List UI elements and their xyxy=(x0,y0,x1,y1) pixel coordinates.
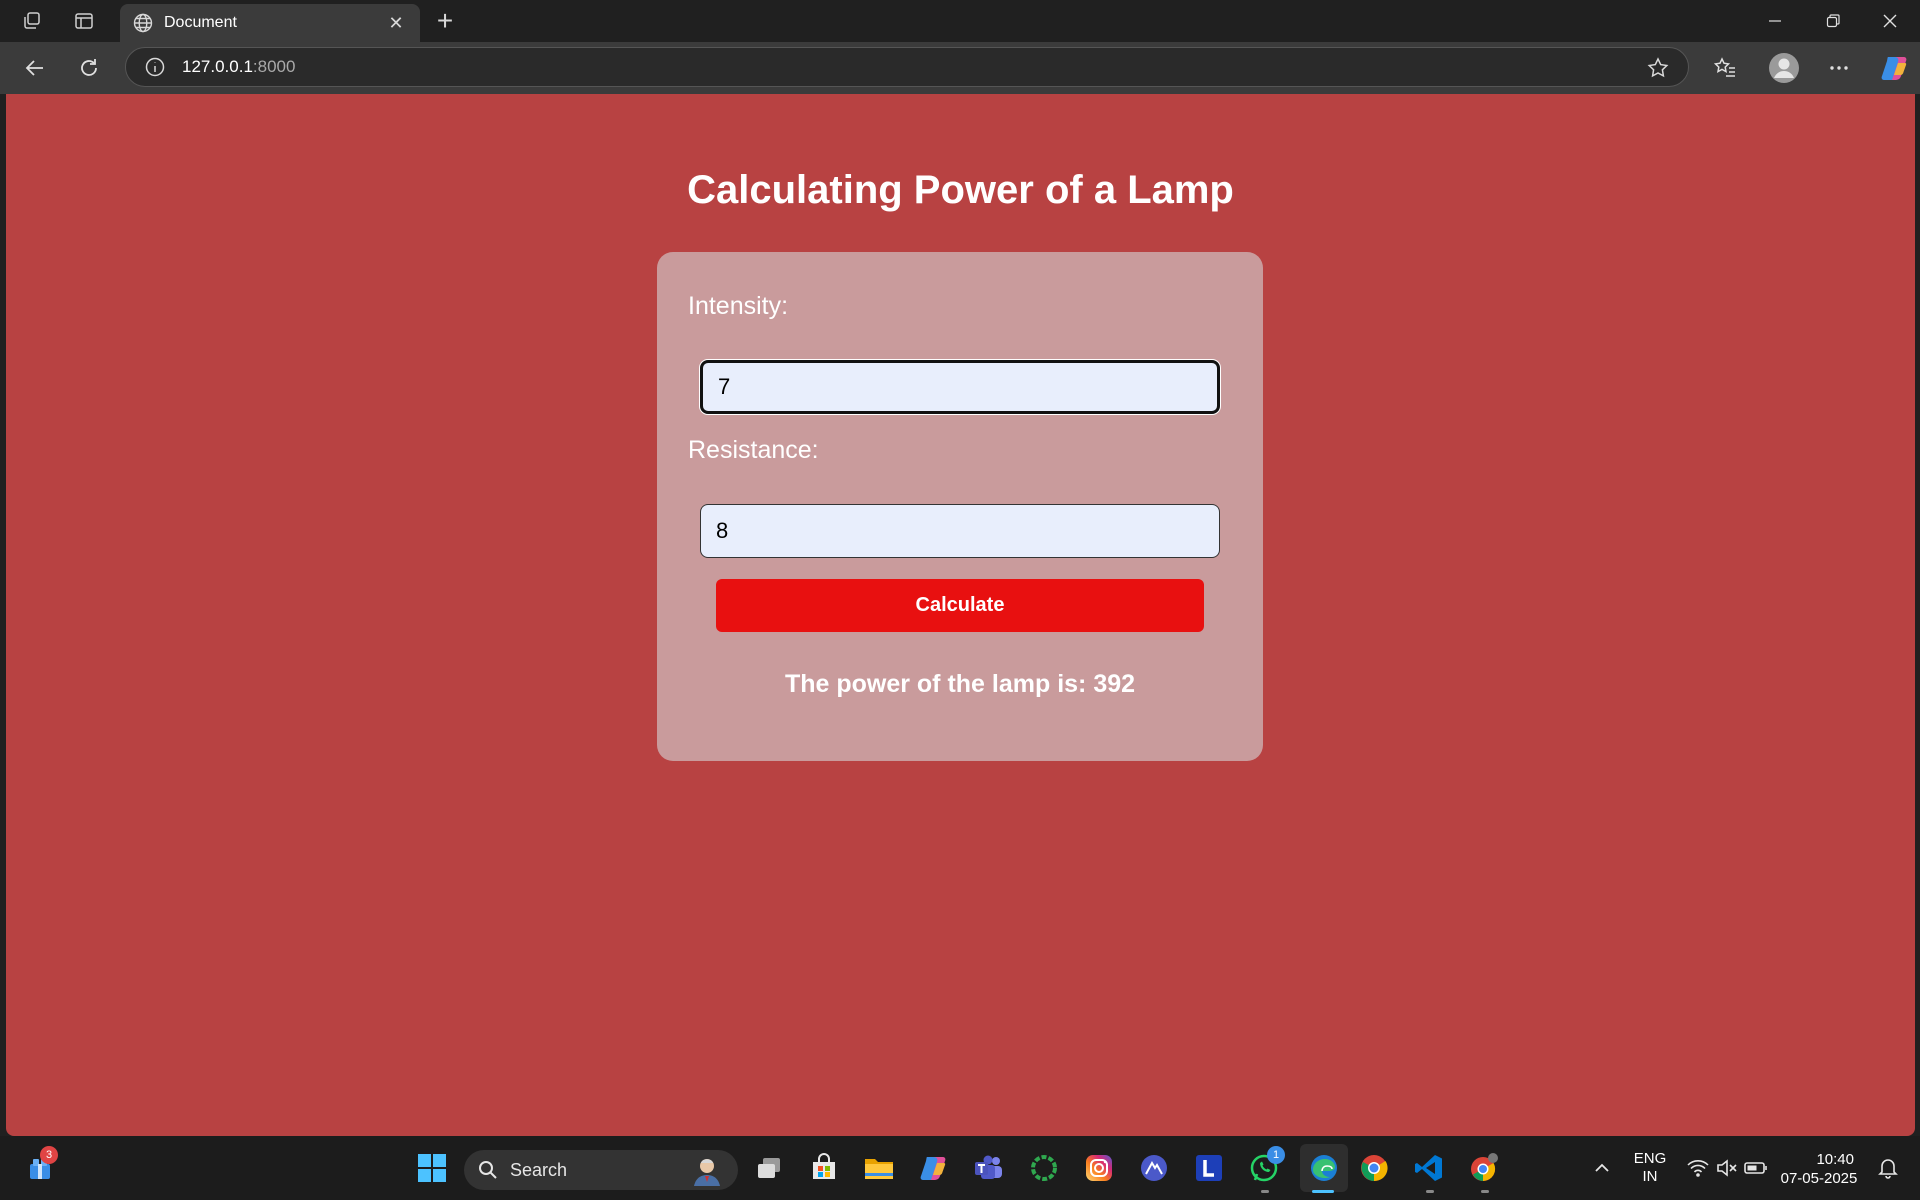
clock-date: 07-05-2025 xyxy=(1780,1170,1858,1187)
teams-icon[interactable] xyxy=(971,1150,1007,1186)
search-icon xyxy=(479,1161,497,1179)
browser-toolbar: 127.0.0.1:8000 xyxy=(0,42,1920,94)
copilot-app-icon[interactable] xyxy=(916,1150,952,1186)
page-title: Calculating Power of a Lamp xyxy=(687,168,1234,212)
browser-tab[interactable]: Document ✕ xyxy=(120,4,420,42)
url-host: 127.0.0.1 xyxy=(182,57,253,76)
battery-icon[interactable] xyxy=(1738,1150,1774,1186)
favorites-icon[interactable] xyxy=(1710,53,1740,83)
browser-titlebar: Document ✕ + xyxy=(0,0,1920,42)
vscode-running-indicator xyxy=(1426,1190,1434,1193)
tab-actions-icon[interactable] xyxy=(72,9,96,33)
chrome-icon[interactable] xyxy=(1356,1150,1392,1186)
favorite-star-icon[interactable] xyxy=(1646,56,1670,80)
chevron-up-icon[interactable] xyxy=(1584,1150,1620,1186)
whatsapp-icon[interactable]: 1 xyxy=(1246,1146,1285,1186)
resistance-input[interactable] xyxy=(700,504,1220,558)
globe-icon xyxy=(133,13,153,33)
chrome-profile-icon[interactable] xyxy=(1466,1150,1502,1186)
site-info-icon[interactable] xyxy=(144,56,166,78)
microsoft-store-icon[interactable] xyxy=(806,1150,842,1186)
triangle-app-icon[interactable] xyxy=(1136,1150,1172,1186)
new-tab-button[interactable]: + xyxy=(431,7,459,36)
file-explorer-icon[interactable] xyxy=(861,1150,897,1186)
widgets-icon[interactable]: 3 xyxy=(22,1146,58,1186)
resistance-label: Resistance: xyxy=(688,436,819,464)
clock[interactable]: 10:40 07-05-2025 xyxy=(1778,1150,1860,1188)
reload-icon[interactable] xyxy=(74,53,104,83)
search-label: Search xyxy=(510,1159,568,1180)
notifications-bell-icon[interactable] xyxy=(1870,1150,1906,1186)
taskbar: 3 Search 1 ENG IN 10:40 07-05-2025 xyxy=(0,1136,1920,1200)
intensity-input[interactable] xyxy=(700,360,1220,414)
page-viewport: Calculating Power of a Lamp Intensity: R… xyxy=(6,94,1915,1136)
instagram-icon[interactable] xyxy=(1081,1150,1117,1186)
language-primary: ENG xyxy=(1633,1150,1667,1167)
l-app-icon[interactable] xyxy=(1191,1150,1227,1186)
task-view-icon[interactable] xyxy=(751,1150,787,1186)
close-tab-icon[interactable]: ✕ xyxy=(384,13,408,34)
intensity-label: Intensity: xyxy=(688,292,789,320)
edge-icon[interactable] xyxy=(1300,1144,1348,1192)
close-window-icon[interactable] xyxy=(1870,8,1910,34)
calculator-card: Intensity: Resistance: Calculate The pow… xyxy=(657,252,1263,761)
whatsapp-badge: 1 xyxy=(1267,1146,1285,1164)
taskbar-search[interactable]: Search xyxy=(464,1150,738,1190)
workspaces-icon[interactable] xyxy=(20,9,44,33)
back-icon[interactable] xyxy=(20,53,50,83)
search-highlight-icon xyxy=(694,1159,720,1186)
ring-app-icon[interactable] xyxy=(1026,1150,1062,1186)
whatsapp-running-indicator xyxy=(1261,1190,1269,1193)
clock-time: 10:40 xyxy=(1816,1151,1854,1168)
result-text: The power of the lamp is: 392 xyxy=(784,670,1136,698)
profile-avatar-icon[interactable] xyxy=(1766,50,1802,86)
restore-icon[interactable] xyxy=(1813,8,1853,34)
url-port: :8000 xyxy=(252,57,296,76)
vscode-icon[interactable] xyxy=(1411,1150,1447,1186)
copilot-icon[interactable] xyxy=(1877,50,1913,86)
more-options-icon[interactable] xyxy=(1824,53,1854,83)
calculate-button[interactable]: Calculate xyxy=(716,579,1204,632)
minimize-icon[interactable] xyxy=(1755,8,1795,34)
edge-active-indicator xyxy=(1312,1190,1334,1193)
tab-title: Document xyxy=(164,14,237,31)
language-indicator[interactable]: ENG IN xyxy=(1628,1150,1672,1186)
widgets-badge: 3 xyxy=(40,1146,58,1164)
language-secondary: IN xyxy=(1642,1168,1658,1185)
windows-start-icon[interactable] xyxy=(414,1150,450,1186)
address-bar[interactable]: 127.0.0.1:8000 xyxy=(125,47,1689,87)
chrome-running-indicator xyxy=(1481,1190,1489,1193)
